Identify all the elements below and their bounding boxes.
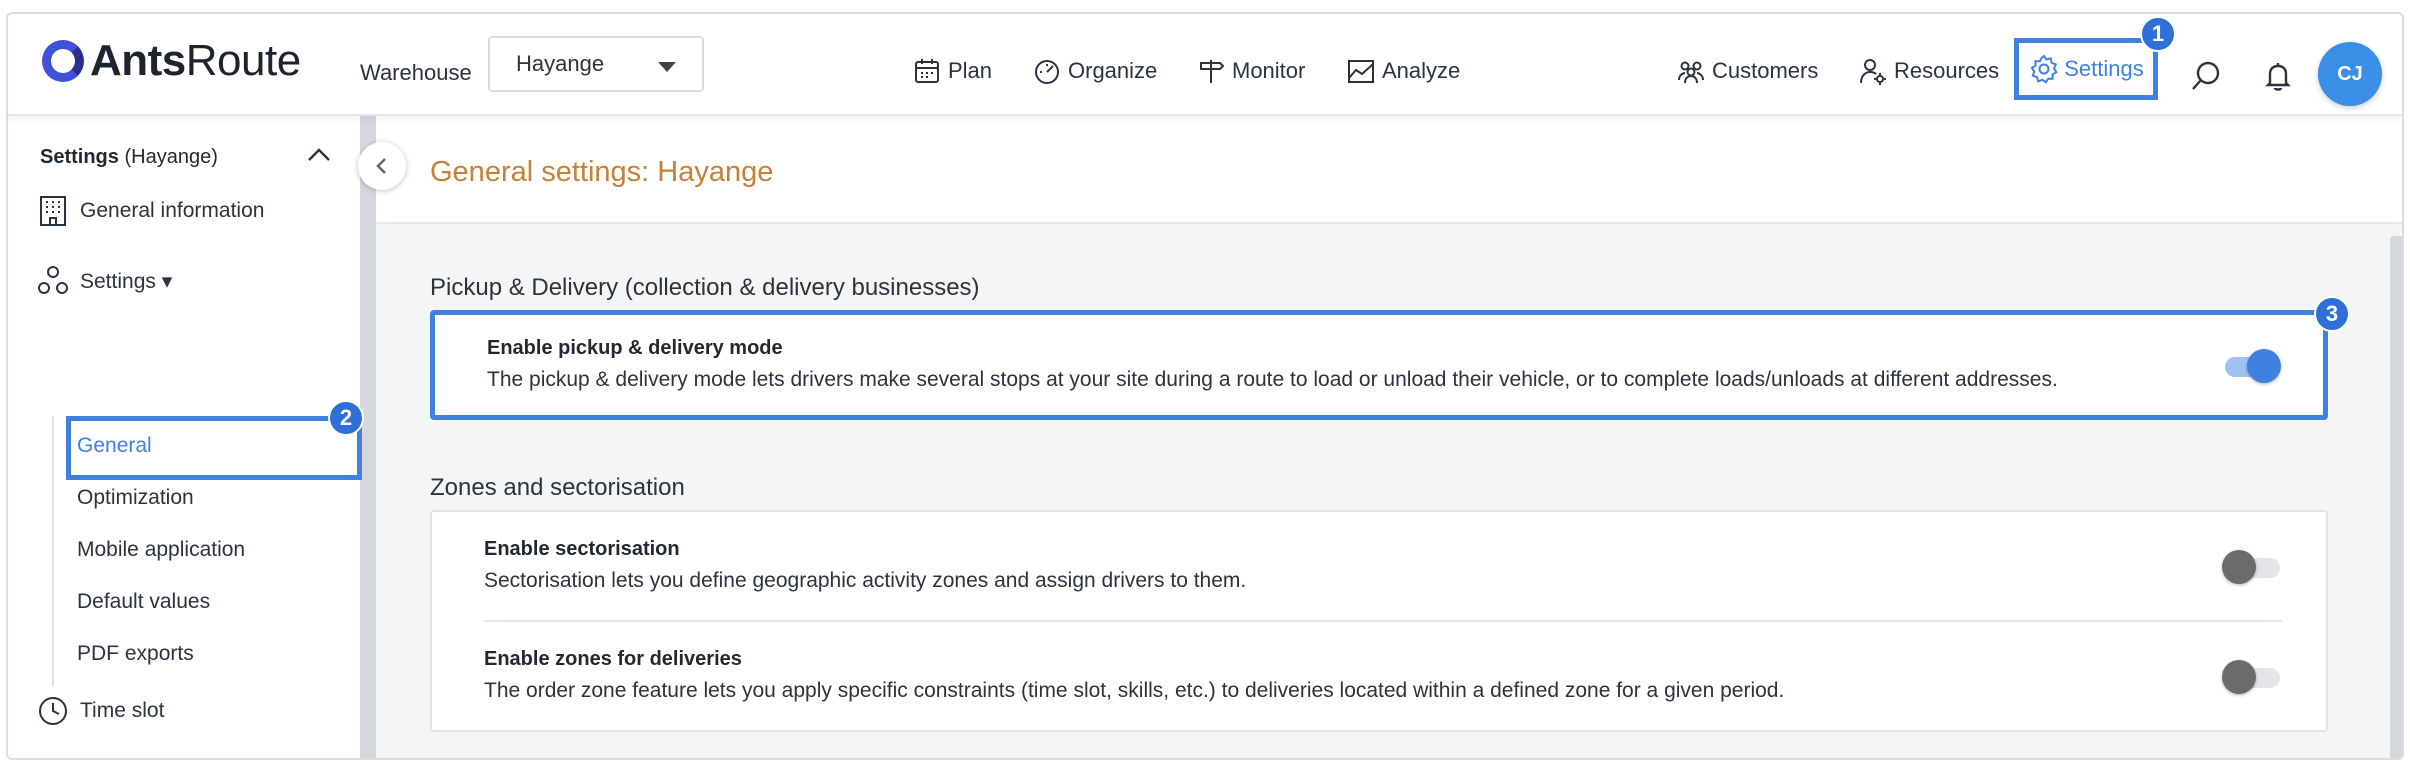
nav-organize[interactable]: Organize [1032, 56, 1157, 86]
chevron-down-icon [658, 62, 676, 72]
zones-card: Enable sectorisation Sectorisation lets … [430, 510, 2328, 732]
calendar-icon [915, 59, 939, 83]
step-badge-2: 2 [328, 400, 364, 436]
customers-icon [1678, 61, 1704, 84]
setting-title: Enable sectorisation [484, 538, 680, 560]
chart-icon [1348, 60, 1374, 83]
top-header: AntsRoute Warehouse Hayange Plan Organiz… [8, 14, 2402, 116]
sidebar-title: Settings (Hayange) [40, 146, 218, 168]
main-scrollbar[interactable] [2390, 236, 2402, 758]
nav-settings[interactable]: Settings [2014, 38, 2158, 100]
setting-description: The order zone feature lets you apply sp… [484, 679, 1785, 702]
main-content: General settings: Hayange Pickup & Deliv… [376, 116, 2402, 758]
sectorisation-setting: Enable sectorisation Sectorisation lets … [484, 538, 1246, 593]
user-gear-icon [1860, 59, 1886, 85]
setting-title: Enable zones for deliveries [484, 648, 742, 670]
sectorisation-toggle[interactable] [2222, 550, 2282, 586]
section-zones: Zones and sectorisation [430, 474, 685, 501]
app-window: AntsRoute Warehouse Hayange Plan Organiz… [6, 12, 2404, 760]
delivery-zones-toggle[interactable] [2222, 660, 2282, 696]
submenu-divider [52, 416, 54, 686]
gauge-icon [1035, 60, 1059, 84]
gear-icon [2030, 54, 2059, 84]
delivery-zones-setting: Enable zones for deliveries The order zo… [484, 648, 1784, 703]
user-avatar[interactable]: CJ [2318, 42, 2382, 106]
clock-icon [39, 697, 67, 725]
nav-plan[interactable]: Plan [912, 56, 992, 86]
bell-icon [2265, 63, 2291, 91]
step-badge-1: 1 [2140, 16, 2176, 52]
antsroute-logo[interactable]: AntsRoute [42, 36, 301, 86]
chevron-left-icon [376, 158, 386, 174]
setting-description: Sectorisation lets you define geographic… [484, 569, 1247, 592]
setting-description: The pickup & delivery mode lets drivers … [487, 368, 2058, 391]
nav-monitor[interactable]: Monitor [1196, 56, 1305, 86]
main-header: General settings: Hayange [376, 116, 2402, 224]
pickup-delivery-toggle[interactable] [2221, 349, 2281, 385]
warehouse-select[interactable]: Hayange [488, 36, 704, 92]
sidebar-item-time-slot[interactable]: Time slot [36, 694, 164, 728]
notifications-button[interactable] [2260, 58, 2296, 94]
cogs-icon [38, 266, 68, 294]
sidebar-subitem-optimization[interactable]: Optimization [77, 486, 194, 510]
nav-resources[interactable]: Resources [1858, 56, 1999, 86]
sidebar-item-settings[interactable]: Settings ▾ [36, 264, 172, 298]
section-pickup-delivery: Pickup & Delivery (collection & delivery… [430, 274, 980, 301]
pickup-delivery-setting: Enable pickup & delivery mode The pickup… [487, 337, 2058, 392]
setting-title: Enable pickup & delivery mode [487, 337, 783, 359]
warehouse-label: Warehouse [360, 60, 472, 85]
divider [484, 620, 2282, 622]
search-icon [2192, 61, 2220, 90]
page-title: General settings: Hayange [430, 156, 774, 188]
step-badge-3: 3 [2314, 296, 2350, 332]
collapse-sidebar-button[interactable] [358, 142, 406, 190]
chevron-up-icon[interactable] [304, 140, 334, 170]
nav-analyze[interactable]: Analyze [1346, 56, 1460, 86]
logo-icon [42, 40, 84, 82]
sidebar-subitem-pdf-exports[interactable]: PDF exports [77, 642, 194, 666]
signpost-icon [1200, 60, 1225, 83]
sidebar-subitem-default-values[interactable]: Default values [77, 590, 210, 614]
sidebar-item-general-information[interactable]: General information [36, 194, 264, 228]
building-icon [40, 196, 66, 226]
nav-customers[interactable]: Customers [1676, 56, 1818, 86]
sidebar-subitem-general[interactable]: General [77, 434, 152, 458]
pickup-delivery-card: Enable pickup & delivery mode The pickup… [430, 310, 2328, 420]
search-button[interactable] [2188, 58, 2224, 94]
sidebar-scrollbar[interactable] [360, 116, 376, 758]
sidebar-subitem-mobile-application[interactable]: Mobile application [77, 538, 245, 562]
